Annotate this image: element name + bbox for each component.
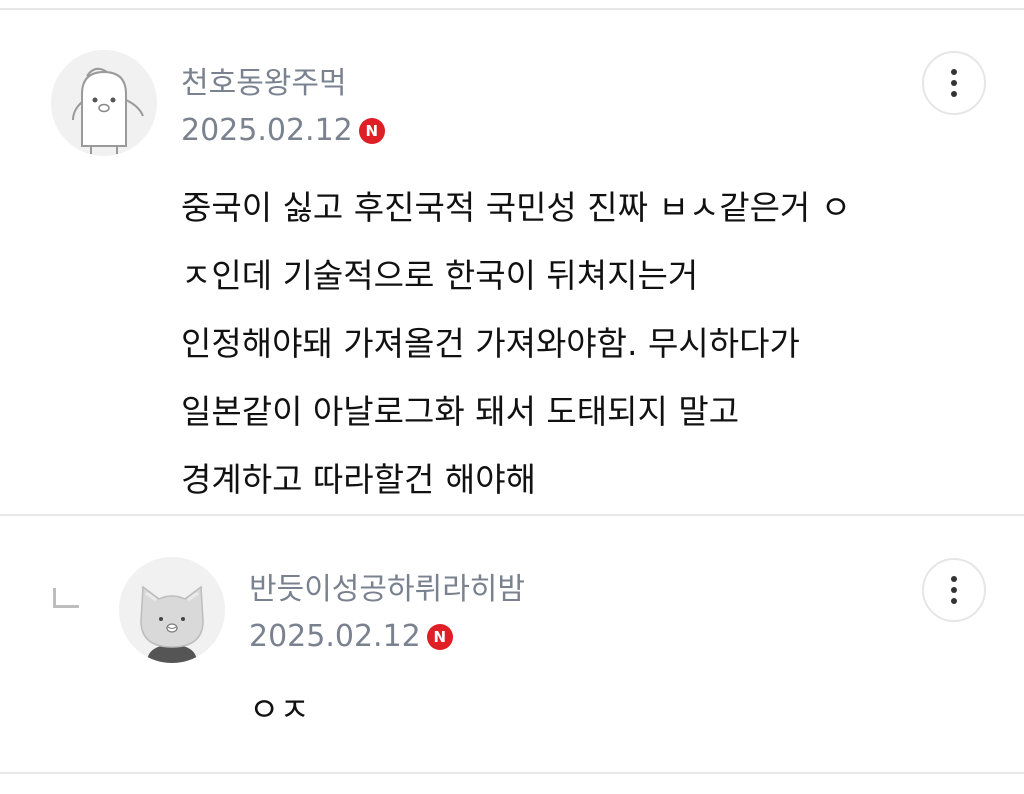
more-options-button[interactable] (922, 558, 986, 622)
new-badge-icon: N (358, 118, 385, 144)
more-dot (951, 598, 957, 604)
new-badge-icon: N (426, 624, 453, 650)
comment-line: 인정해야돼 가져올건 가져와야함. 무시하다가 (181, 324, 800, 363)
more-options-button[interactable] (922, 51, 986, 115)
bottom-divider (0, 772, 1024, 774)
comment-line: ㅇㅈ (249, 690, 310, 729)
comment-meta: 2025.02.12 N (181, 116, 385, 146)
comment-meta: 2025.02.12 N (249, 622, 453, 652)
comment-date: 2025.02.12 (249, 619, 421, 654)
more-dot (951, 587, 957, 593)
comment-line: ㅈ인데 기술적으로 한국이 뒤쳐지는거 (181, 256, 699, 295)
comment-author[interactable]: 반듯이성공하뤼라히밤 (249, 575, 525, 605)
avatar[interactable] (119, 557, 225, 663)
penguin-avatar-icon (51, 50, 157, 156)
comment-line: 중국이 싫고 후진국적 국민성 진짜 ㅂㅅ같은거 ㅇ (181, 188, 852, 227)
cat-avatar-icon (119, 557, 225, 663)
comment-line: 일본같이 아날로그화 돼서 도태되지 말고 (181, 392, 740, 431)
comment-section: 천호동왕주먹 2025.02.12 N 중국이 싫고 후진국적 국민성 진짜 ㅂ… (0, 0, 1024, 794)
more-dot (951, 91, 957, 97)
reply-indent-icon (53, 588, 79, 608)
comment-date: 2025.02.12 (181, 113, 353, 148)
comment-line: 경계하고 따라할건 해야해 (181, 460, 536, 499)
comment-body: 중국이 싫고 후진국적 국민성 진짜 ㅂㅅ같은거 ㅇ ㅈ인데 기술적으로 한국이… (181, 174, 851, 514)
comment-divider (0, 514, 1024, 516)
avatar[interactable] (51, 50, 157, 156)
top-divider (0, 8, 1024, 10)
comment-body: ㅇㅈ (249, 676, 310, 744)
more-vertical-icon (951, 69, 957, 75)
more-dot (951, 80, 957, 86)
comment-author[interactable]: 천호동왕주먹 (181, 69, 347, 99)
more-vertical-icon (951, 576, 957, 582)
